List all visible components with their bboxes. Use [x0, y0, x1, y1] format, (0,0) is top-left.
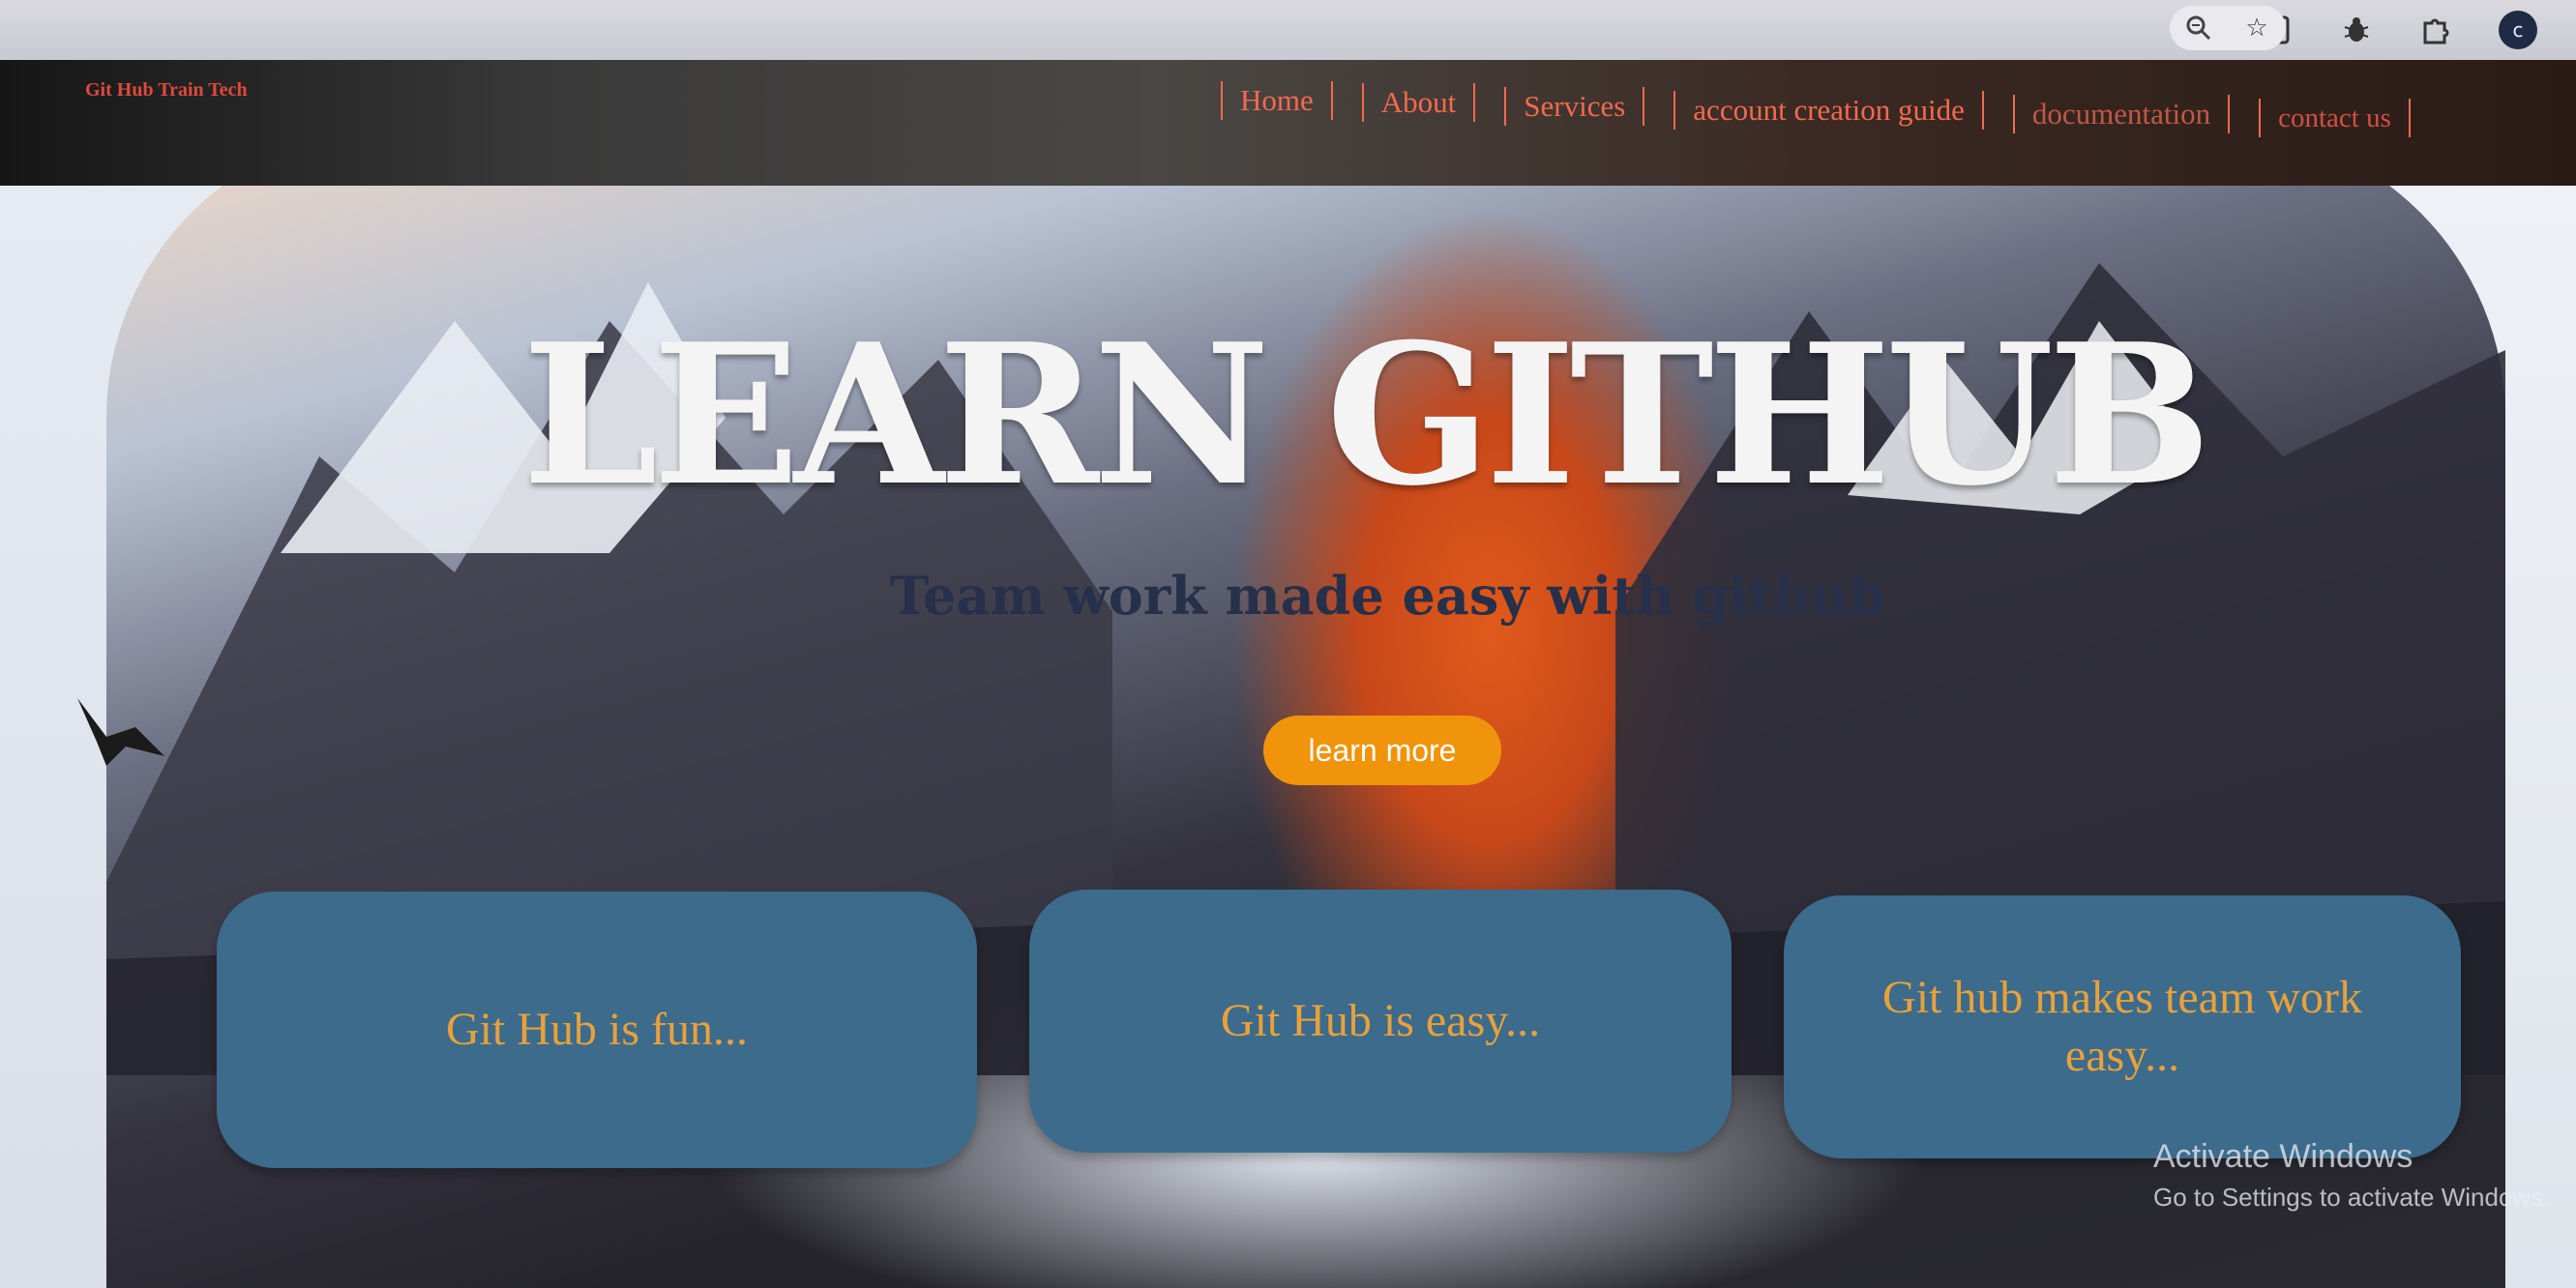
- nav-services[interactable]: Services: [1504, 87, 1645, 126]
- puzzle-icon[interactable]: [2419, 14, 2452, 46]
- main-nav: Home About Services account creation gui…: [1221, 81, 2411, 137]
- address-bar-actions: ☆: [2170, 6, 2286, 50]
- feature-card-teamwork: Git hub makes team work easy...: [1784, 895, 2461, 1158]
- watermark-subtitle: Go to Settings to activate Windows.: [2153, 1183, 2551, 1213]
- bird-silhouette-icon: [77, 698, 164, 766]
- brand-logo-text[interactable]: Git Hub Train Tech: [85, 79, 248, 102]
- site-header: Git Hub Train Tech Home About Services a…: [0, 60, 2576, 186]
- hero-section: LEARN GITHUB Team work made easy with gi…: [0, 186, 2576, 1288]
- nav-documentation[interactable]: documentation: [2012, 95, 2231, 133]
- nav-contact-us[interactable]: contact us: [2259, 99, 2411, 137]
- star-icon[interactable]: ☆: [2240, 12, 2273, 44]
- hero-subtitle: Team work made easy with github: [890, 565, 1885, 627]
- feature-card-fun: Git Hub is fun...: [217, 892, 977, 1168]
- profile-avatar[interactable]: c: [2499, 11, 2537, 49]
- bug-icon[interactable]: [2340, 14, 2373, 46]
- feature-card-easy: Git Hub is easy...: [1029, 890, 1732, 1153]
- hero-title: LEARN GITHUB: [521, 302, 2212, 529]
- nav-about[interactable]: About: [1361, 83, 1476, 122]
- zoom-icon[interactable]: [2182, 12, 2215, 44]
- nav-account-creation-guide[interactable]: account creation guide: [1673, 91, 1984, 130]
- activate-windows-watermark: Activate Windows Go to Settings to activ…: [2153, 1135, 2550, 1215]
- nav-home[interactable]: Home: [1221, 81, 1333, 120]
- watermark-title: Activate Windows: [2153, 1138, 2413, 1175]
- learn-more-button[interactable]: learn more: [1263, 716, 1501, 785]
- browser-toolbar: ☆ c: [0, 0, 2576, 60]
